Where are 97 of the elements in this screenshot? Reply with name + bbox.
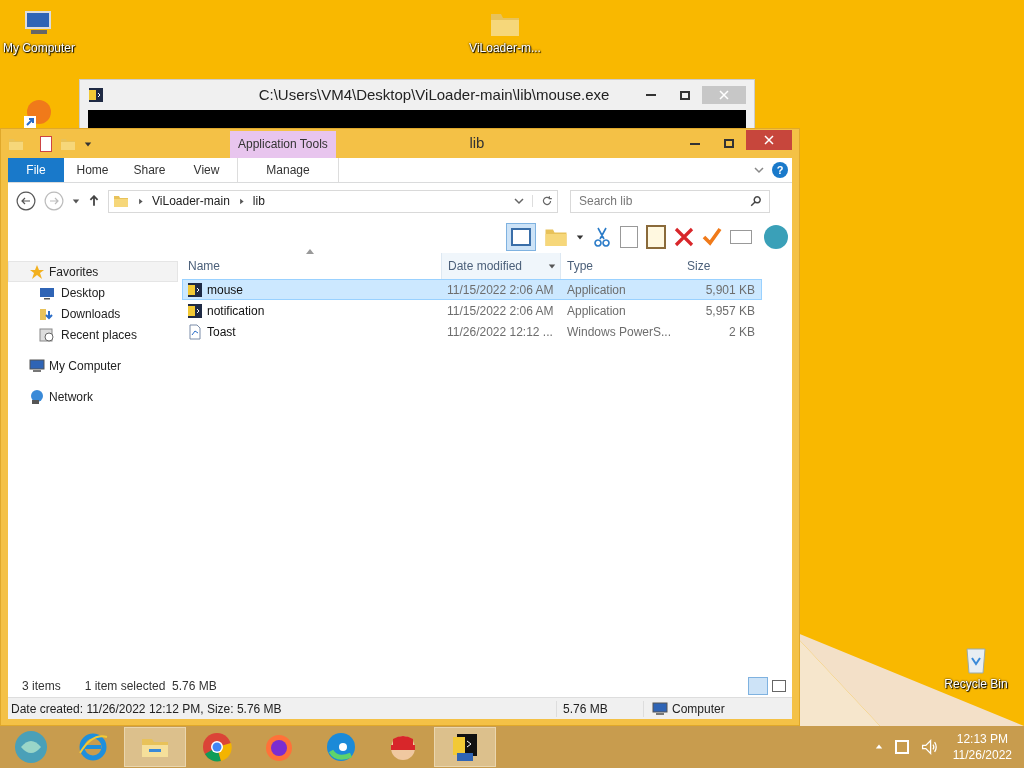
column-label: Type xyxy=(567,258,594,274)
file-row[interactable]: Toast 11/26/2022 12:12 ... Windows PowerS... 2 KB xyxy=(182,321,762,342)
chevron-right-icon[interactable] xyxy=(237,197,245,205)
show-hidden-icons-icon[interactable] xyxy=(874,743,883,751)
chevron-right-icon[interactable] xyxy=(137,197,144,205)
minimize-icon[interactable] xyxy=(690,142,700,145)
size-cell-text: 5,901 KB xyxy=(704,281,756,298)
file-name: Toast xyxy=(207,323,236,340)
edge-browser-icon[interactable] xyxy=(325,731,357,763)
chevron-down-icon[interactable] xyxy=(514,196,524,206)
search-icon[interactable] xyxy=(750,194,762,207)
nav-item[interactable]: Network xyxy=(8,386,178,407)
size-cell-text: 2 KB xyxy=(728,323,756,340)
window-title: C:\Users\VM4\Desktop\ViLoader-main\lib\mouse.exe xyxy=(257,84,611,105)
address-bar[interactable]: ViLoader-main lib xyxy=(108,189,558,213)
application-icon xyxy=(187,302,203,319)
start-button-icon[interactable] xyxy=(13,729,49,765)
taskbar-button[interactable] xyxy=(434,727,496,767)
date-cell-text: 11/15/2022 2:06 AM xyxy=(446,302,555,319)
ribbon-tab[interactable]: Home xyxy=(64,158,121,182)
nav-item[interactable]: Desktop xyxy=(8,282,178,303)
dropdown-caret-icon[interactable] xyxy=(576,233,584,241)
checkmark-icon[interactable] xyxy=(702,227,722,247)
ribbon-tab[interactable]: View xyxy=(178,158,235,182)
details-location: Computer xyxy=(672,700,725,717)
file-name: notification xyxy=(207,302,265,319)
ribbon-tab[interactable]: Manage xyxy=(237,158,339,182)
close-icon[interactable] xyxy=(764,134,774,145)
file-row[interactable]: notification 11/15/2022 2:06 AM Application 5,957 KB xyxy=(182,300,762,321)
close-button[interactable] xyxy=(746,129,792,150)
preview-pane-icon[interactable] xyxy=(506,223,536,251)
dropdown-caret-icon[interactable] xyxy=(84,139,92,148)
column-label: Date modified xyxy=(448,258,524,274)
nav-label: My Computer xyxy=(49,357,122,374)
nav-label: Recent places xyxy=(61,326,138,343)
browser-e-icon[interactable] xyxy=(77,731,109,763)
up-arrow-icon[interactable] xyxy=(88,195,100,207)
back-icon[interactable] xyxy=(16,191,36,211)
nav-item[interactable]: Downloads xyxy=(8,303,178,324)
delete-icon[interactable] xyxy=(674,227,694,247)
nav-item[interactable]: Favorites xyxy=(8,261,178,282)
nav-label: Downloads xyxy=(61,305,121,322)
chevron-down-icon[interactable] xyxy=(754,165,764,175)
date-cell-text: 11/15/2022 2:06 AM xyxy=(446,281,555,298)
breadcrumb[interactable]: lib xyxy=(252,193,265,209)
dropdown-caret-icon[interactable] xyxy=(548,262,556,270)
nav-item[interactable]: My Computer xyxy=(8,355,178,376)
details-info: Date created: 11/26/2022 12:12 PM, Size: 5.76 MB xyxy=(10,700,283,717)
sort-indicator-icon xyxy=(306,249,314,254)
clipboard-icon[interactable] xyxy=(646,225,666,249)
star-icon xyxy=(29,263,45,280)
size-cell-text: 5,957 KB xyxy=(704,302,756,319)
script-file-icon xyxy=(187,323,203,340)
nav-label: Network xyxy=(49,388,93,405)
chrome-browser-icon[interactable] xyxy=(201,731,233,763)
ribbon-tab[interactable]: Share xyxy=(121,158,178,182)
computer-icon xyxy=(29,357,45,374)
network-icon xyxy=(29,388,45,405)
window-title: lib xyxy=(468,133,486,154)
contextual-tab-group: Application Tools xyxy=(230,131,336,158)
ribbon-tab[interactable]: File xyxy=(8,158,64,182)
nav-label: Favorites xyxy=(49,263,99,280)
nav-label: Desktop xyxy=(61,284,106,301)
folder-icon xyxy=(113,193,129,209)
column-label: Name xyxy=(188,258,221,274)
dropdown-caret-icon[interactable] xyxy=(72,197,80,205)
column-header[interactable]: Date modified xyxy=(441,253,561,279)
column-header[interactable]: Type xyxy=(561,253,681,279)
nav-item[interactable]: Recent places xyxy=(8,324,178,345)
type-cell-text: Application xyxy=(566,302,627,319)
details-size: 5.76 MB xyxy=(556,700,643,717)
column-label: Size xyxy=(687,258,712,274)
selection-info: 1 item selected 5.76 MB xyxy=(84,678,217,694)
shortcut-icon xyxy=(22,98,54,130)
application-icon xyxy=(187,281,203,298)
maximize-icon[interactable] xyxy=(724,139,734,148)
column-header[interactable]: Size xyxy=(681,253,756,279)
application-icon xyxy=(88,87,104,103)
help-button[interactable]: ? xyxy=(772,162,788,178)
column-header[interactable]: Name xyxy=(182,253,441,279)
computer-icon xyxy=(652,700,668,717)
file-name: mouse xyxy=(207,281,244,298)
file-row[interactable]: mouse 11/15/2022 2:06 AM Application 5,901 KB xyxy=(182,279,762,300)
speaker-icon[interactable] xyxy=(920,739,937,755)
scissors-icon[interactable] xyxy=(592,225,612,249)
properties-icon[interactable] xyxy=(40,135,52,152)
recent-places-icon xyxy=(39,326,55,343)
breadcrumb[interactable]: ViLoader-main xyxy=(152,193,230,209)
refresh-icon[interactable] xyxy=(541,195,553,207)
forward-icon[interactable] xyxy=(44,191,64,211)
item-count: 3 items xyxy=(22,678,61,694)
search-field[interactable]: Search lib xyxy=(570,189,770,213)
maximize-icon[interactable] xyxy=(680,90,690,100)
date-cell-text: 11/26/2022 12:12 ... xyxy=(446,323,554,340)
type-cell-text: Windows PowerS... xyxy=(566,323,673,340)
type-cell-text: Application xyxy=(566,281,627,298)
large-icons-view-icon[interactable] xyxy=(772,680,786,692)
